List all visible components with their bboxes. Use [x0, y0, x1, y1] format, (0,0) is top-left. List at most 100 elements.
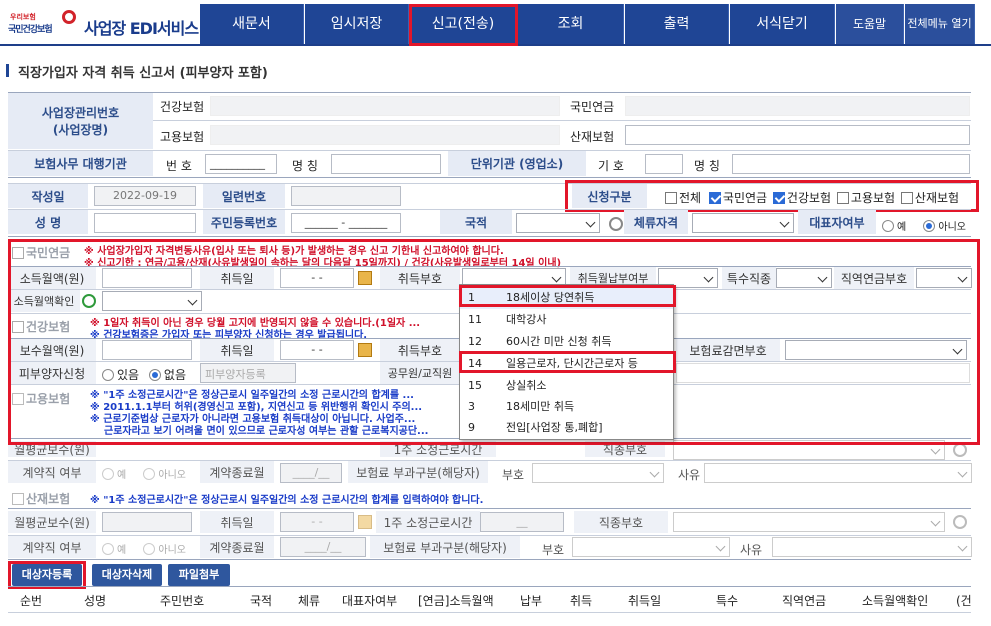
accident-code-label: 부호	[542, 543, 565, 557]
accident-week-hours-label: 1주 소정근로시간	[376, 511, 480, 533]
stay-status-label: 체류자격	[624, 210, 688, 234]
col-payment: 납부	[520, 594, 543, 608]
accident-job-code-label: 직종부호	[574, 511, 668, 533]
col-seq: 순번	[20, 594, 43, 608]
employment-contract-end-input: ____/__	[280, 463, 342, 483]
agency-name-label: 명 칭	[292, 159, 318, 173]
pension-label: 국민연금	[570, 100, 615, 114]
accident-section-header: 산재보험	[12, 490, 70, 507]
employment-contract-yes-label: 예	[117, 470, 127, 481]
accident-calendar-icon[interactable]	[358, 515, 372, 529]
accident-contract-yes-label: 예	[117, 545, 127, 556]
pension-workplace-number	[625, 96, 970, 116]
health-insurance-label: 건강보험	[160, 100, 205, 114]
accident-contract-no-label: 아니오	[158, 545, 186, 556]
nationality-search-icon[interactable]	[609, 217, 623, 231]
stay-status-select[interactable]	[692, 213, 794, 233]
date-label: 작성일	[8, 184, 88, 208]
logo: 우리보험 국민건강보험	[8, 10, 80, 38]
unit-office-label: 단위기관 (영업소)	[448, 151, 586, 176]
dropdown-option[interactable]: 9 전입[사업장 통,폐합]	[460, 417, 673, 439]
col-income: [연금]소득월액	[418, 594, 494, 608]
accident-workplace-number[interactable]	[625, 125, 970, 145]
unit-name-input[interactable]	[732, 154, 970, 174]
col-representative: 대표자여부	[342, 594, 398, 608]
health-workplace-number	[210, 96, 560, 116]
accident-job-search-icon[interactable]	[953, 515, 967, 529]
nav-print[interactable]: 출력	[625, 4, 729, 44]
rep-yes-label: 예	[897, 222, 907, 233]
name-input[interactable]	[94, 213, 196, 233]
highlight-option-1	[459, 285, 676, 307]
accident-code-select[interactable]	[572, 537, 730, 557]
employment-code-label: 부호	[502, 468, 525, 482]
highlight-option-14	[459, 351, 676, 373]
accident-acq-date-label: 취득일	[200, 511, 274, 533]
employment-contract-yes-radio[interactable]	[102, 468, 114, 480]
rep-no-radio[interactable]	[923, 220, 936, 232]
employment-contract-no-radio[interactable]	[143, 468, 156, 480]
employment-contract-no-label: 아니오	[158, 470, 186, 481]
workplace-number-label: 사업장관리번호 (사업장명)	[8, 93, 153, 149]
col-acq: 취득	[570, 594, 593, 608]
accident-contract-options: 예 아니오	[102, 541, 186, 556]
accident-section-checkbox[interactable]	[12, 493, 24, 505]
dropdown-option[interactable]: 3 18세미만 취득	[460, 396, 673, 418]
col-stay: 체류	[298, 594, 321, 608]
nav-inquiry[interactable]: 조회	[518, 4, 624, 44]
accident-notice-1: ※ "1주 소정근로시간"은 정상근로시 일주일간의 소정 근로시간의 합계를 …	[90, 495, 484, 506]
accident-section-title: 산재보험	[26, 492, 71, 506]
representative-options: 예 아니오	[882, 218, 966, 233]
rrn-label: 주민등록번호	[203, 210, 285, 234]
name-label: 성 명	[8, 210, 88, 234]
dropdown-option[interactable]: 12 60시간 미만 신청 취득	[460, 331, 673, 353]
employment-job-search-icon[interactable]	[953, 443, 967, 457]
dropdown-option[interactable]: 15 상실취소	[460, 375, 673, 397]
agency-name-input[interactable]	[331, 154, 441, 174]
logo-name: 국민건강보험	[8, 25, 53, 35]
accident-premium-label: 보험료 부과구분(해당자)	[370, 536, 520, 558]
col-nationality: 국적	[250, 594, 273, 608]
employment-code-select[interactable]	[532, 463, 664, 483]
accident-week-hours-input: __	[480, 512, 564, 532]
serial-input	[291, 186, 401, 206]
nav-help[interactable]: 도움말	[836, 4, 904, 44]
employment-contract-end-label: 계약종료월	[200, 461, 274, 483]
employment-contract-options: 예 아니오	[102, 466, 186, 481]
rep-no-label: 아니오	[938, 222, 966, 233]
col-special: 특수	[716, 594, 739, 608]
nav-all-menu[interactable]: 전체메뉴 열기	[905, 4, 975, 44]
col-job-pension: 직역연금	[782, 594, 827, 608]
accident-contract-end-input: ____/__	[280, 537, 366, 557]
rrn-input[interactable]: ______ - _______	[291, 213, 401, 233]
employment-insurance-label: 고용보험	[160, 130, 205, 144]
agency-label: 보험사무 대행기관	[8, 151, 153, 176]
agency-number-input[interactable]: __________	[205, 154, 277, 174]
accident-contract-no-radio[interactable]	[143, 543, 156, 555]
serial-label: 일련번호	[203, 184, 285, 208]
nav-new-document[interactable]: 새문서	[200, 4, 304, 44]
attach-file-button[interactable]: 파일첨부	[168, 564, 230, 586]
dropdown-option[interactable]: 11 대학강사	[460, 309, 673, 331]
rep-yes-radio[interactable]	[882, 220, 894, 232]
logo-top-text: 우리보험	[10, 13, 36, 21]
nationality-select[interactable]	[516, 213, 600, 233]
nav-close-form[interactable]: 서식닫기	[730, 4, 835, 44]
accident-job-code-select[interactable]	[673, 512, 945, 532]
delete-target-button[interactable]: 대상자삭제	[92, 564, 162, 586]
unit-name-label: 명 칭	[694, 159, 720, 173]
col-acq-date: 취득일	[628, 594, 662, 608]
app-title: 사업장 EDI서비스	[84, 19, 199, 38]
employment-reason-label: 사유	[678, 468, 701, 482]
accident-contract-yes-radio[interactable]	[102, 543, 114, 555]
accident-reason-label: 사유	[740, 543, 763, 557]
employment-reason-select[interactable]	[704, 463, 972, 483]
accident-contract-end-label: 계약종료월	[200, 536, 274, 558]
nav-temp-save[interactable]: 임시저장	[305, 4, 409, 44]
unit-code-input[interactable]	[645, 154, 683, 174]
employment-workplace-number	[210, 125, 560, 145]
accident-reason-select[interactable]	[772, 537, 972, 557]
accident-avg-pay-label: 월평균보수(원)	[8, 511, 96, 533]
agency-number-label: 번 호	[166, 159, 192, 173]
accident-avg-pay-input	[102, 512, 192, 532]
